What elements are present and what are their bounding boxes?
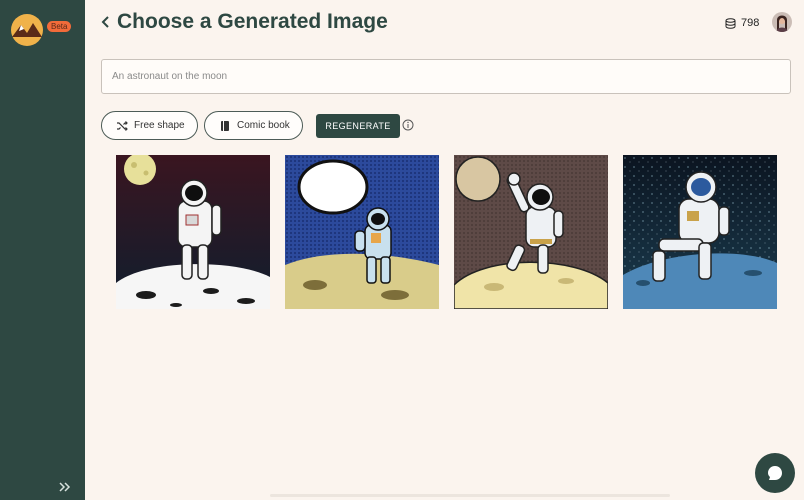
generated-image-1[interactable]	[116, 155, 270, 309]
chat-button[interactable]	[755, 453, 795, 493]
beta-badge: Beta	[47, 21, 72, 32]
credits-value: 798	[741, 17, 760, 29]
sidebar: Beta	[0, 0, 85, 500]
scroll-indicator	[270, 494, 670, 497]
book-icon	[221, 120, 229, 131]
prompt-input[interactable]	[101, 59, 791, 94]
free-shape-button[interactable]: Free shape	[101, 111, 198, 140]
regenerate-button[interactable]: REGENERATE	[316, 114, 400, 138]
mountain-sun-logo[interactable]	[10, 13, 44, 47]
page-title: Choose a Generated Image	[117, 10, 388, 33]
avatar[interactable]	[772, 12, 792, 32]
generated-image-3[interactable]	[454, 155, 608, 309]
chevron-left-icon[interactable]	[97, 13, 115, 31]
chat-bubble-icon	[768, 466, 782, 480]
coins-stack-icon	[725, 17, 736, 29]
free-shape-label: Free shape	[134, 120, 185, 131]
comic-book-button[interactable]: Comic book	[204, 111, 303, 140]
credits-counter: 798	[725, 17, 759, 29]
generated-image-4[interactable]	[623, 155, 777, 309]
double-chevron-right-icon[interactable]	[58, 480, 72, 498]
comic-book-label: Comic book	[237, 120, 290, 131]
generated-image-2[interactable]	[285, 155, 439, 309]
info-icon[interactable]	[402, 119, 414, 131]
shuffle-icon	[117, 120, 128, 131]
